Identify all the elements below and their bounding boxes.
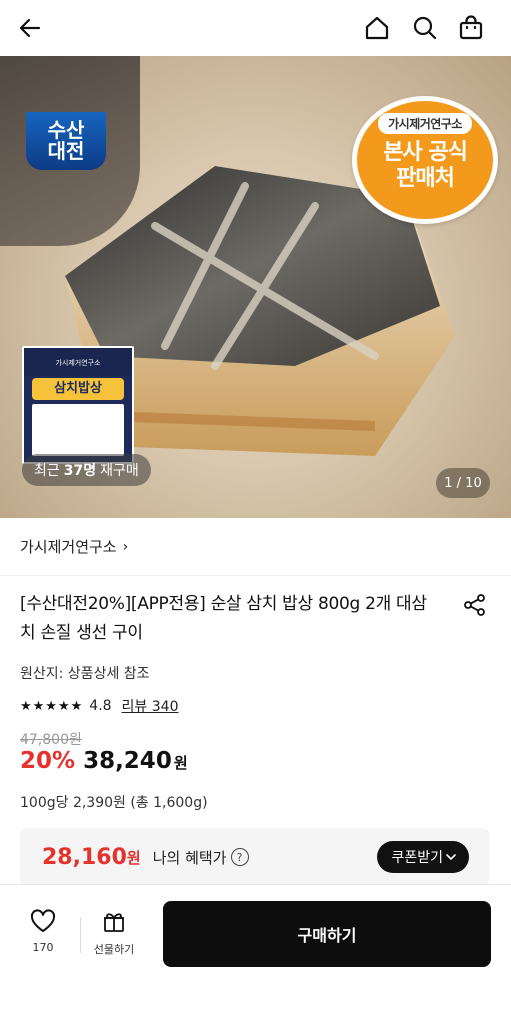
star-rating-icon: ★★★★★ xyxy=(20,698,84,714)
top-navigation-bar xyxy=(0,0,511,56)
shopping-bag-icon xyxy=(459,15,483,40)
coupon-button-label: 쿠폰받기 xyxy=(391,850,443,866)
question-circle-icon[interactable]: ? xyxy=(230,848,249,866)
package-brand: 가시제거연구소 xyxy=(24,348,132,376)
discount-rate: 20% xyxy=(20,748,76,774)
heart-icon xyxy=(30,909,56,932)
original-price: 47,800원 xyxy=(20,732,82,748)
like-button[interactable]: 170 xyxy=(18,909,68,954)
unit-price: 100g당 2,390원 (총 1,600g) xyxy=(20,795,208,811)
benefit-label: 나의 혜택가 xyxy=(152,848,227,867)
origin-info: 원산지: 상품상세 참조 xyxy=(20,666,150,682)
home-icon xyxy=(365,16,389,40)
seal-text-line2: 판매처 xyxy=(396,166,455,192)
benefit-price-box: 28,160 원 나의 혜택가 ? 쿠폰받기 xyxy=(20,828,489,886)
share-icon xyxy=(464,594,485,616)
product-title: [수산대전20%][APP전용] 순살 삼치 밥상 800g 2개 대삼치 손질… xyxy=(20,594,427,643)
review-count-link[interactable]: 리뷰 340 xyxy=(122,696,179,716)
bottom-action-bar: 170 선물하기 구매하기 xyxy=(0,884,511,1024)
share-button[interactable] xyxy=(462,592,488,618)
package-thumbnail: 가시제거연구소 삼치밥상 xyxy=(22,346,134,464)
buy-button[interactable]: 구매하기 xyxy=(163,901,491,967)
gift-icon xyxy=(104,913,124,932)
package-banner: 삼치밥상 xyxy=(32,378,124,400)
search-icon xyxy=(413,16,437,40)
sale-price: 38,240 xyxy=(83,748,172,774)
back-button[interactable] xyxy=(12,10,48,46)
price-row: 20% 38,240 원 xyxy=(20,748,188,774)
repurchase-badge: 최근 37명 재구매 xyxy=(22,454,151,486)
shopping-bag-button[interactable] xyxy=(453,10,489,46)
benefit-currency: 원 xyxy=(126,848,141,867)
store-link[interactable]: 가시제거연구소 › xyxy=(0,518,511,576)
price-currency: 원 xyxy=(173,754,188,772)
rating-score: 4.8 xyxy=(89,698,112,714)
gift-label: 선물하기 xyxy=(93,943,135,956)
home-button[interactable] xyxy=(359,10,395,46)
rating-row: ★★★★★ 4.8 리뷰 340 xyxy=(20,696,178,716)
back-arrow-icon xyxy=(19,18,41,38)
chevron-right-icon: › xyxy=(122,538,129,555)
bottom-divider xyxy=(80,917,81,953)
product-image-carousel[interactable]: 수산 대전 가시제거연구소 본사 공식 판매처 가시제거연구소 삼치밥상 최근 … xyxy=(0,56,511,518)
package-illustration xyxy=(32,404,124,456)
seal-brand-label: 가시제거연구소 xyxy=(378,113,472,134)
benefit-price: 28,160 xyxy=(42,844,127,870)
chevron-down-icon xyxy=(446,854,456,861)
gift-button[interactable]: 선물하기 xyxy=(86,909,142,957)
brand-logo: 수산 대전 xyxy=(26,112,106,170)
store-name: 가시제거연구소 xyxy=(20,538,117,556)
image-pager-indicator: 1 / 10 xyxy=(436,468,490,498)
official-seller-seal: 가시제거연구소 본사 공식 판매처 xyxy=(352,96,498,224)
seal-text-line1: 본사 공식 xyxy=(383,140,468,165)
coupon-download-button[interactable]: 쿠폰받기 xyxy=(377,841,469,873)
search-button[interactable] xyxy=(407,10,443,46)
like-count: 170 xyxy=(32,941,54,954)
